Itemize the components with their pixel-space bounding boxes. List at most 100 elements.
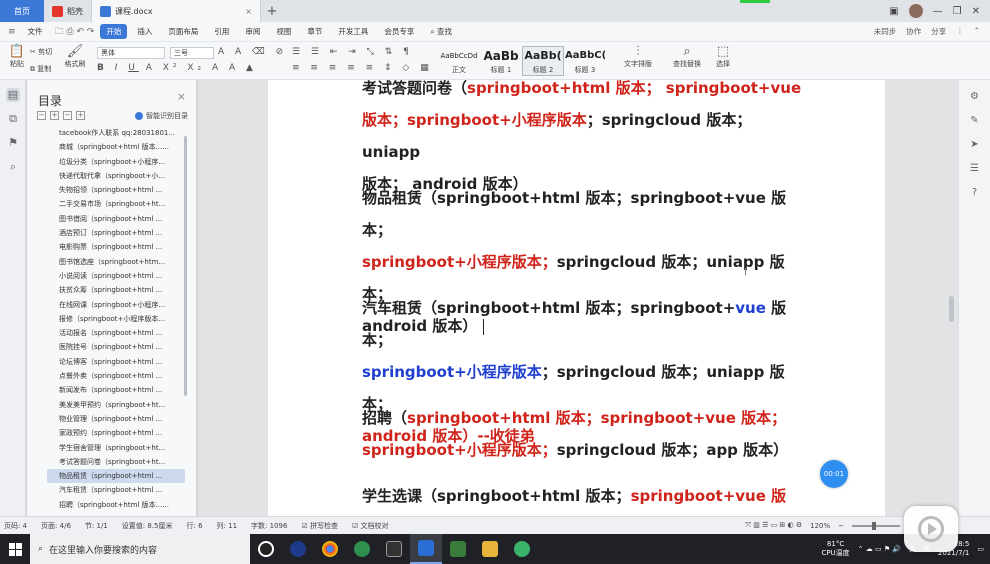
menu-file[interactable]: 文件 [22, 24, 49, 39]
toc-item[interactable]: 新闻发布（springboot+html ... [47, 383, 185, 397]
taskbar-app-4[interactable] [346, 534, 378, 564]
style-heading-3[interactable]: AaBbC( 标题 3 [564, 46, 606, 76]
pen-icon[interactable]: ✎ [968, 114, 982, 128]
tab-document[interactable]: 课程.docx × [91, 0, 261, 22]
nav-pane-icon[interactable]: ⧉ [6, 112, 20, 126]
collab-button[interactable]: 协作 [906, 26, 921, 37]
toc-item[interactable]: 汽车租赁（springboot+html ... [47, 483, 185, 497]
menu-developer[interactable]: 开发工具 [332, 24, 374, 39]
avatar[interactable] [908, 4, 923, 18]
cpu-temp[interactable]: 81°C CPU温度 [821, 540, 849, 558]
status-pages[interactable]: 页面: 4/6 [41, 521, 71, 531]
toc-item[interactable]: 电影购票（springboot+html ... [47, 240, 185, 254]
find-icon[interactable]: ⌕ [6, 160, 20, 174]
layout-icon[interactable]: ▣ [889, 6, 898, 17]
proofread-button[interactable]: ☑ 文档校对 [352, 521, 389, 531]
toc-item[interactable]: 招聘（springboot+html 版本...... [47, 498, 185, 512]
toc-item[interactable]: 垃圾分类（springboot+小程序... [47, 155, 185, 169]
toc-item[interactable]: 活动报名（springboot+html ... [47, 326, 185, 340]
tab-wps[interactable]: 稻壳 [44, 0, 91, 22]
paste-button[interactable]: 📋 粘贴 [6, 45, 28, 69]
taskbar-folder[interactable] [474, 534, 506, 564]
style-heading-2[interactable]: AaBb( 标题 2 [522, 46, 564, 76]
menu-member[interactable]: 会员专享 [378, 24, 420, 39]
minimize-icon[interactable]: — [933, 6, 943, 17]
close-icon[interactable]: × [177, 90, 186, 103]
toc-item[interactable]: 报修（springboot+小程序版本... [47, 312, 185, 326]
font-name-select[interactable]: 黑体 [97, 47, 165, 59]
style-heading-1[interactable]: AaBb 标题 1 [480, 46, 522, 76]
toc-item[interactable]: 小说阅读（springboot+html ... [47, 269, 185, 283]
menu-home[interactable]: 开始 [100, 24, 128, 39]
toc-item[interactable]: tacebook作人联系 qq:28031801... [47, 126, 185, 140]
collapse-ribbon-icon[interactable]: ⌃ [974, 26, 980, 37]
find-replace-button[interactable]: ⌕ 查找替换 [668, 45, 706, 69]
recording-timer[interactable]: 00:01 [820, 460, 848, 488]
toc-item[interactable]: 在线网课（springboot+小程序... [47, 298, 185, 312]
toc-item[interactable]: 快递代取代拿（springboot+小... [47, 169, 185, 183]
cut-button[interactable]: ✂ 剪切 [30, 47, 52, 57]
notification-icon[interactable]: ▭ [977, 545, 984, 553]
toc-item[interactable]: 酒店预订（springboot+html ... [47, 226, 185, 240]
menu-review[interactable]: 审阅 [239, 24, 266, 39]
new-tab-button[interactable]: + [261, 0, 283, 22]
close-window-icon[interactable]: ✕ [972, 6, 980, 17]
taskbar-app-1[interactable] [250, 534, 282, 564]
spell-check-button[interactable]: ☑ 拼写检查 [301, 521, 338, 531]
bookmark-icon[interactable]: ⚑ [6, 136, 20, 150]
quick-access-icons[interactable]: 🗀 ⎙ ↶ ↷ [53, 24, 97, 40]
help-icon[interactable]: ? [968, 186, 982, 200]
menu-references[interactable]: 引用 [208, 24, 235, 39]
text-format-controls[interactable]: B I U A X² X₂ A A ▲ [97, 63, 257, 73]
share-button[interactable]: 分享 [931, 26, 946, 37]
toc-item[interactable]: 学生宿舍管理（springboot+ht... [47, 441, 185, 455]
status-words[interactable]: 字数: 1096 [251, 521, 287, 531]
menu-section[interactable]: 章节 [301, 24, 328, 39]
toc-item[interactable]: 美发美甲预约（springboot+ht... [47, 398, 185, 412]
toc-item[interactable]: 失物招领（springboot+html ... [47, 183, 185, 197]
sync-status[interactable]: 未同步 [874, 26, 897, 37]
maximize-icon[interactable]: ❐ [953, 6, 962, 17]
menu-page-layout[interactable]: 页面布局 [162, 24, 204, 39]
toc-scrollbar[interactable] [184, 136, 187, 396]
toc-item[interactable]: 物业管理（springboot+html ... [47, 412, 185, 426]
demote-icon[interactable]: − [63, 111, 72, 120]
format-painter-button[interactable]: 🖌 格式刷 [62, 45, 88, 69]
view-mode-icons[interactable]: ⤧ ▥ ☰ ▭ ⊞ ◐ ⚙ [745, 521, 802, 530]
document-scrollbar[interactable] [949, 296, 954, 322]
font-size-controls[interactable]: A A ⌫ ⊘ [218, 47, 287, 57]
text-layout-button[interactable]: ⫶ 文字排版 [620, 45, 656, 69]
windows-start-button[interactable] [0, 534, 30, 564]
video-player-logo[interactable] [904, 506, 958, 552]
taskbar-wps-writer[interactable] [410, 534, 442, 564]
taskbar-app-9[interactable] [506, 534, 538, 564]
tab-close-icon[interactable]: × [245, 7, 252, 16]
document-page[interactable]: 考试答题问卷（springboot+html 版本； springboot+vu… [268, 80, 885, 516]
tab-home[interactable]: 首页 [0, 0, 44, 22]
more-icon[interactable]: ⋮ [956, 26, 964, 37]
select-button[interactable]: ⬚ 选择 [710, 45, 736, 69]
promote-icon[interactable]: + [76, 111, 85, 120]
toc-item[interactable]: 家政预约（springboot+html ... [47, 426, 185, 440]
zoom-level[interactable]: 120% [810, 522, 830, 530]
list-controls[interactable]: ☰ ☰ ⇤ ⇥ ⤡ ⇅ ¶ [292, 47, 413, 57]
toc-item[interactable]: 商城（springboot+html 版本...... [47, 140, 185, 154]
taskbar-search[interactable]: ⌕ 在这里输入你要搜索的内容 [30, 534, 250, 564]
expand-icon[interactable]: + [50, 111, 59, 120]
menu-insert[interactable]: 插入 [131, 24, 158, 39]
smart-toc-button[interactable]: 智能识别目录 [135, 111, 188, 121]
copy-button[interactable]: ⧉ 复制 [30, 64, 51, 74]
toc-item[interactable]: 物品租赁（springboot+html ... [47, 469, 185, 484]
zoom-slider[interactable] [852, 521, 900, 530]
paragraph-course[interactable]: 学生选课（springboot+html 版本；springboot+vue 版… [362, 480, 802, 516]
toc-item[interactable]: 医院挂号（springboot+html ... [47, 340, 185, 354]
pointer-icon[interactable]: ➤ [968, 138, 982, 152]
toc-item[interactable]: 考试答题问卷（springboot+ht... [47, 455, 185, 469]
menu-view[interactable]: 视图 [270, 24, 297, 39]
taskbar-app-2[interactable] [282, 534, 314, 564]
toc-panel-icon[interactable]: ▤ [6, 88, 20, 102]
font-size-select[interactable]: 三号 [170, 47, 214, 59]
zoom-out-icon[interactable]: − [838, 522, 844, 530]
toc-item[interactable]: 二手交易市场（springboot+ht... [47, 197, 185, 211]
taskbar-app-7[interactable] [442, 534, 474, 564]
